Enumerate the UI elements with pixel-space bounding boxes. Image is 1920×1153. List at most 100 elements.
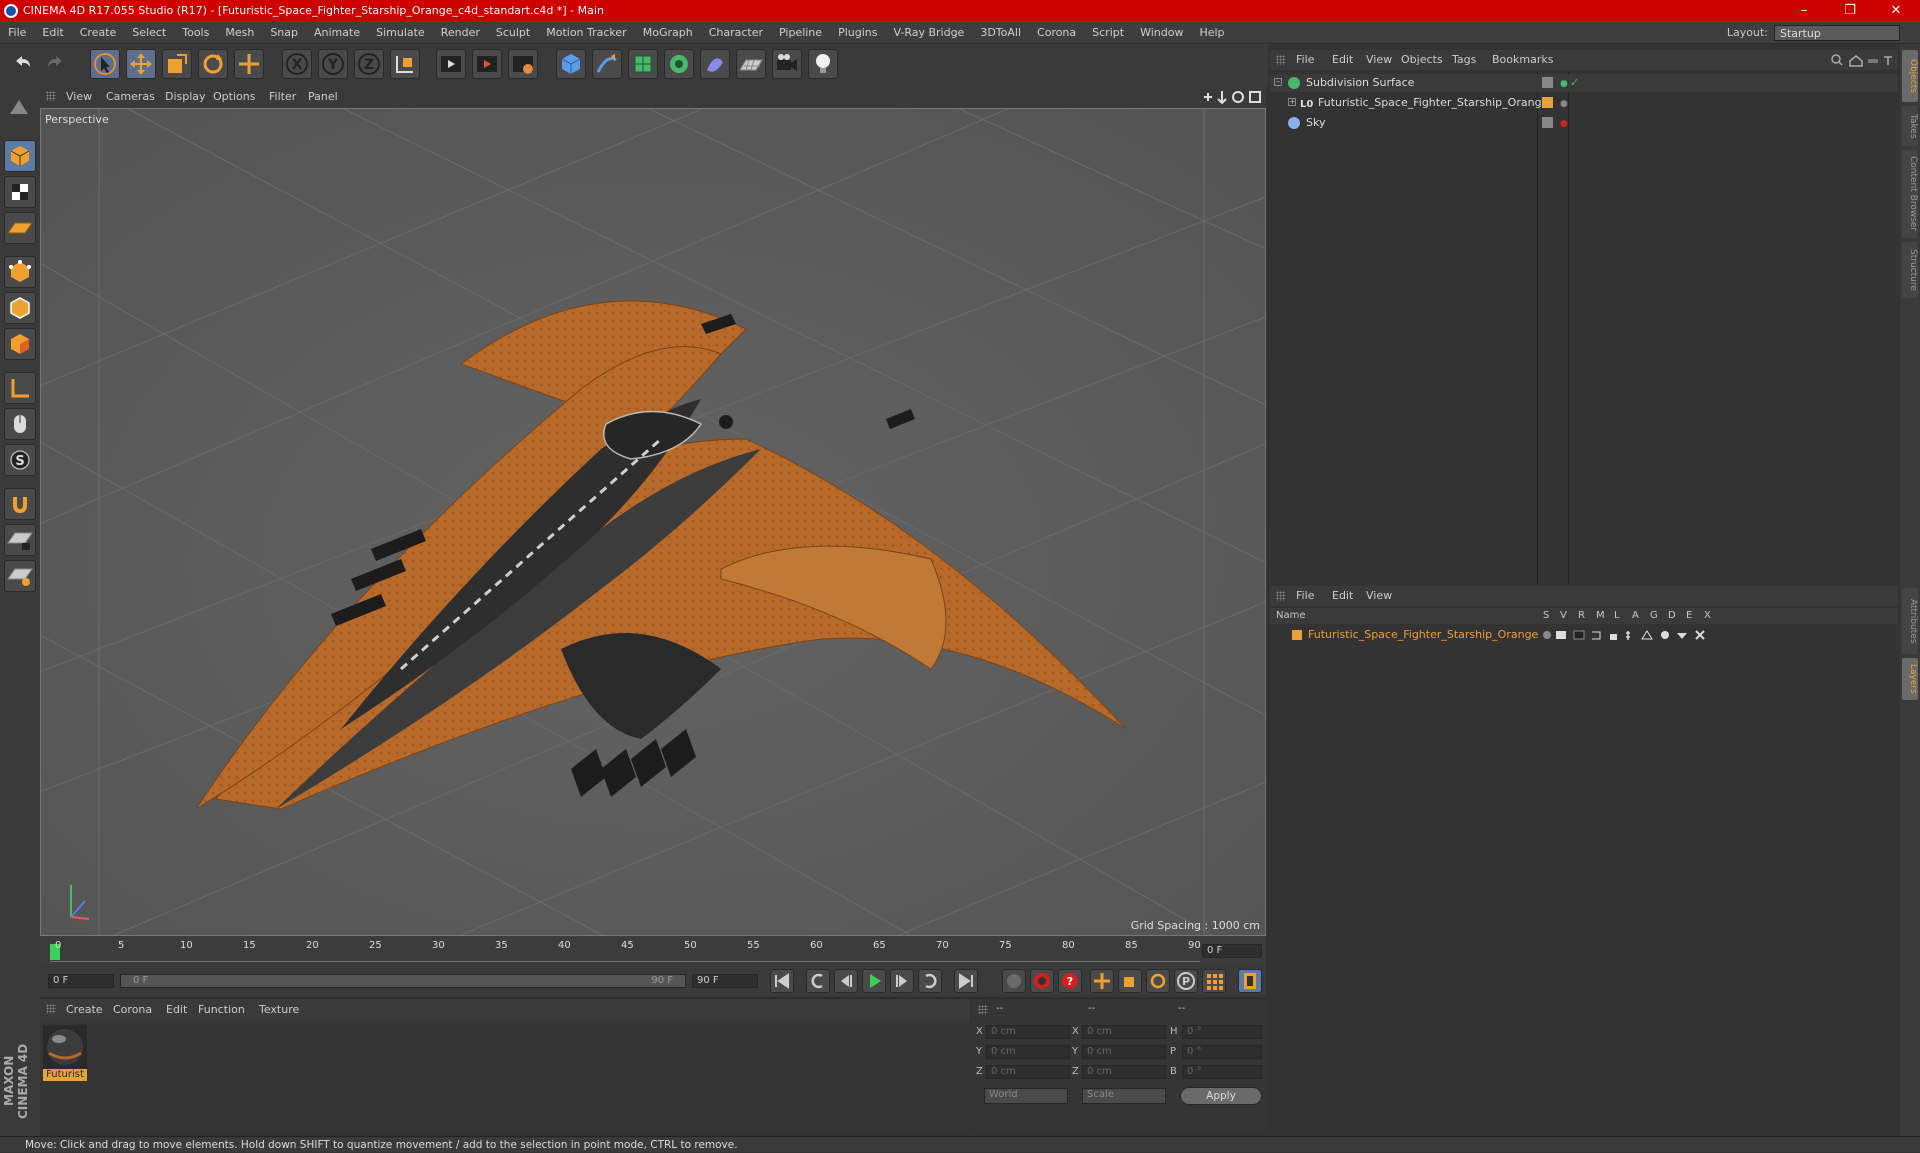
object-row-sky[interactable]: Sky ● xyxy=(1270,114,1898,132)
objmgr-menu-edit[interactable]: Edit xyxy=(1332,50,1353,70)
rotation-p-field[interactable]: 0 ° xyxy=(1182,1045,1262,1059)
snapping-button[interactable]: S xyxy=(4,444,36,476)
tab-objects[interactable]: Objects xyxy=(1902,50,1918,102)
layer-row[interactable]: Futuristic_Space_Fighter_Starship_Orange xyxy=(1270,626,1898,644)
menu-render[interactable]: Render xyxy=(433,22,488,44)
column-v[interactable]: V xyxy=(1560,608,1567,624)
key-rotation-button[interactable] xyxy=(1146,969,1170,993)
edges-mode-button[interactable] xyxy=(4,292,36,324)
model-mode-button[interactable] xyxy=(4,140,36,172)
objmgr-header-icons[interactable] xyxy=(1830,53,1894,67)
perspective-viewport[interactable]: Perspective Grid Spacing : 1000 cm xyxy=(40,108,1266,936)
close-button[interactable]: ✕ xyxy=(1876,0,1916,22)
timeline-track[interactable]: 0 5 10 15 20 25 30 35 40 45 50 55 60 65 … xyxy=(50,940,1201,962)
cube-primitive-button[interactable] xyxy=(556,49,586,79)
texture-mode-button[interactable] xyxy=(4,176,36,208)
floor-button[interactable] xyxy=(736,49,766,79)
key-position-button[interactable] xyxy=(1090,969,1114,993)
column-name[interactable]: Name xyxy=(1276,608,1306,624)
layout-dropdown[interactable]: Startup xyxy=(1774,25,1900,41)
points-mode-button[interactable] xyxy=(4,256,36,288)
visibility-dots-icon[interactable]: ● xyxy=(1560,115,1568,133)
column-d[interactable]: D xyxy=(1668,608,1676,624)
autokeying-button[interactable] xyxy=(1030,969,1054,993)
scale-dropdown[interactable]: Scale xyxy=(1082,1088,1166,1104)
objmgr-menu-view[interactable]: View xyxy=(1366,50,1392,70)
menu-edit[interactable]: Edit xyxy=(34,22,71,44)
record-keys-button[interactable] xyxy=(1002,969,1026,993)
menu-vray-bridge[interactable]: V-Ray Bridge xyxy=(885,22,972,44)
visibility-dots-icon[interactable]: ● xyxy=(1560,75,1568,93)
layer-toggle-icons[interactable] xyxy=(1542,629,1712,641)
coordinate-system-button[interactable] xyxy=(390,49,420,79)
menu-file[interactable]: File xyxy=(0,22,34,44)
tab-takes[interactable]: Takes xyxy=(1902,106,1918,146)
column-g[interactable]: G xyxy=(1650,608,1658,624)
menu-tools[interactable]: Tools xyxy=(174,22,217,44)
go-to-end-button[interactable] xyxy=(954,969,978,993)
previous-frame-button[interactable] xyxy=(834,969,858,993)
viewport-menu-display[interactable]: Display xyxy=(165,86,206,108)
enabled-check-icon[interactable]: ✓ xyxy=(1570,74,1579,92)
menu-create[interactable]: Create xyxy=(72,22,125,44)
position-x-field[interactable]: 0 cm xyxy=(986,1025,1070,1039)
menu-script[interactable]: Script xyxy=(1084,22,1132,44)
timeline-window-button[interactable] xyxy=(1238,969,1262,993)
material-menu-corona[interactable]: Corona xyxy=(113,999,152,1021)
size-x-field[interactable]: 0 cm xyxy=(1082,1025,1166,1039)
material-menu-edit[interactable]: Edit xyxy=(166,999,187,1021)
material-swatch[interactable]: Futurist xyxy=(43,1025,87,1081)
menu-sculpt[interactable]: Sculpt xyxy=(488,22,538,44)
live-selection-button[interactable] xyxy=(90,49,120,79)
objmgr-menu-tags[interactable]: Tags xyxy=(1452,50,1476,70)
menu-animate[interactable]: Animate xyxy=(306,22,368,44)
tweak-mode-button[interactable] xyxy=(4,408,36,440)
panel-grip-icon[interactable] xyxy=(978,1005,988,1015)
layer-tag-icon[interactable] xyxy=(1542,77,1553,88)
polygons-mode-button[interactable] xyxy=(4,328,36,360)
menu-mesh[interactable]: Mesh xyxy=(217,22,262,44)
enable-axis-button[interactable] xyxy=(4,372,36,404)
deformer-button[interactable] xyxy=(700,49,730,79)
move-tool-button[interactable] xyxy=(126,49,156,79)
timeline-ruler[interactable]: 0 5 10 15 20 25 30 35 40 45 50 55 60 65 … xyxy=(40,936,1266,966)
position-y-field[interactable]: 0 cm xyxy=(986,1045,1070,1059)
next-key-button[interactable] xyxy=(918,969,942,993)
layermgr-menu-view[interactable]: View xyxy=(1366,586,1392,606)
objmgr-menu-objects[interactable]: Objects xyxy=(1401,50,1443,70)
key-parameter-button[interactable]: P xyxy=(1174,969,1198,993)
visibility-dots-icon[interactable]: ● xyxy=(1560,95,1568,113)
tab-layers[interactable]: Layers xyxy=(1902,658,1918,700)
column-r[interactable]: R xyxy=(1578,608,1585,624)
viewport-menu-cameras[interactable]: Cameras xyxy=(106,86,155,108)
layermgr-menu-edit[interactable]: Edit xyxy=(1332,586,1353,606)
column-x[interactable]: X xyxy=(1704,608,1711,624)
render-picture-viewer-button[interactable] xyxy=(472,49,502,79)
object-row-starship[interactable]: + L0 Futuristic_Space_Fighter_Starship_O… xyxy=(1270,94,1898,112)
object-row-subdivision[interactable]: – Subdivision Surface ● ✓ xyxy=(1270,74,1898,92)
column-e[interactable]: E xyxy=(1686,608,1692,624)
menu-snap[interactable]: Snap xyxy=(262,22,306,44)
range-slider[interactable]: 0 F 90 F xyxy=(120,974,686,988)
rotation-b-field[interactable]: 0 ° xyxy=(1182,1065,1262,1079)
previous-key-button[interactable] xyxy=(806,969,830,993)
z-axis-button[interactable]: Z xyxy=(354,49,384,79)
panel-grip-icon[interactable] xyxy=(46,91,56,101)
light-button[interactable] xyxy=(808,49,838,79)
layer-color-swatch[interactable] xyxy=(1292,630,1302,640)
layer-color-icon[interactable] xyxy=(1542,97,1553,108)
size-z-field[interactable]: 0 cm xyxy=(1082,1065,1166,1079)
undo-button[interactable] xyxy=(8,49,38,79)
viewport-menu-filter[interactable]: Filter xyxy=(269,86,296,108)
menu-simulate[interactable]: Simulate xyxy=(368,22,433,44)
panel-grip-icon[interactable] xyxy=(46,1004,56,1014)
menu-3dtoall[interactable]: 3DToAll xyxy=(972,22,1029,44)
panel-grip-icon[interactable] xyxy=(1276,591,1286,601)
subdivision-surface-button[interactable] xyxy=(628,49,658,79)
apply-button[interactable]: Apply xyxy=(1180,1087,1262,1105)
menu-motion-tracker[interactable]: Motion Tracker xyxy=(538,22,634,44)
menu-corona[interactable]: Corona xyxy=(1029,22,1084,44)
tab-attributes[interactable]: Attributes xyxy=(1902,588,1918,654)
scale-tool-button[interactable] xyxy=(162,49,192,79)
play-button[interactable] xyxy=(862,969,886,993)
